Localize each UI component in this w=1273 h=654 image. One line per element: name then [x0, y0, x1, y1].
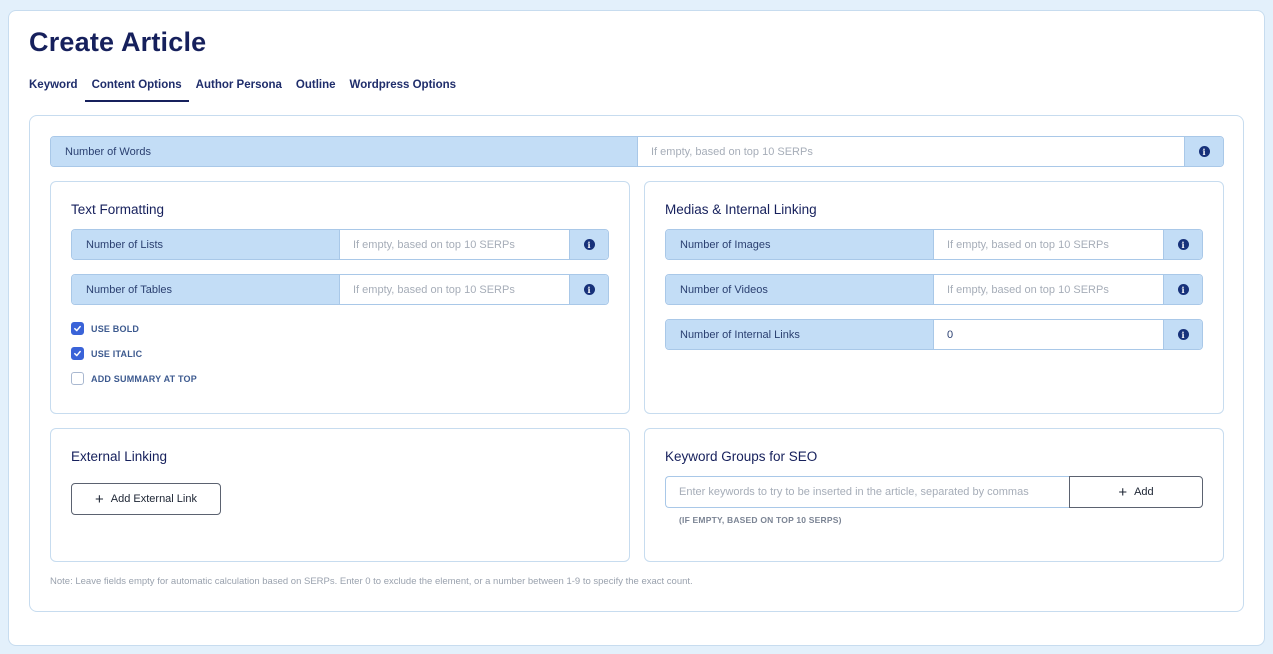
number-of-videos-group: Number of Videos i — [665, 274, 1203, 305]
number-of-lists-group: Number of Lists i — [71, 229, 609, 260]
text-formatting-title: Text Formatting — [71, 202, 165, 217]
number-of-words-input[interactable] — [638, 137, 1184, 166]
plus-icon: + — [95, 490, 104, 508]
use-bold-label: USE BOLD — [91, 323, 140, 334]
check-icon — [74, 325, 81, 332]
use-italic-checkbox[interactable] — [71, 347, 84, 360]
use-italic-label: USE ITALIC — [91, 348, 143, 359]
use-bold-checkbox-row[interactable]: USE BOLD — [71, 322, 139, 335]
plus-icon: + — [1118, 483, 1128, 501]
page-card: Create Article Keyword Content Options A… — [8, 10, 1265, 646]
number-of-words-info-button[interactable]: i — [1184, 137, 1223, 166]
number-of-tables-group: Number of Tables i — [71, 274, 609, 305]
add-summary-label: ADD SUMMARY AT TOP — [91, 373, 197, 384]
info-icon: i — [583, 239, 595, 250]
medias-internal-linking-section: Medias & Internal Linking Number of Imag… — [644, 181, 1224, 414]
number-of-images-input[interactable] — [934, 230, 1163, 259]
number-of-tables-info-button[interactable]: i — [569, 275, 608, 304]
tab-outline[interactable]: Outline — [289, 79, 343, 102]
add-summary-checkbox[interactable] — [71, 372, 84, 385]
number-of-internal-links-group: Number of Internal Links i — [665, 319, 1203, 350]
info-icon: i — [1177, 239, 1189, 250]
number-of-videos-info-button[interactable]: i — [1163, 275, 1202, 304]
tab-bar: Keyword Content Options Author Persona O… — [29, 79, 463, 102]
add-external-link-label: Add External Link — [110, 493, 197, 505]
keyword-groups-title: Keyword Groups for SEO — [665, 449, 818, 464]
add-external-link-button[interactable]: + Add External Link — [71, 483, 221, 515]
note-text: Note: Leave fields empty for automatic c… — [50, 576, 693, 587]
number-of-images-info-button[interactable]: i — [1163, 230, 1202, 259]
number-of-videos-input[interactable] — [934, 275, 1163, 304]
info-icon: i — [1198, 146, 1210, 157]
external-linking-section: External Linking + Add External Link — [50, 428, 630, 562]
info-icon: i — [1177, 329, 1189, 340]
add-keyword-group-label: Add — [1134, 486, 1154, 498]
number-of-internal-links-info-button[interactable]: i — [1163, 320, 1202, 349]
content-options-panel: Number of Words i Text Formatting Number… — [29, 115, 1244, 612]
check-icon — [74, 350, 81, 357]
text-formatting-section: Text Formatting Number of Lists i Number… — [50, 181, 630, 414]
tab-wordpress-options[interactable]: Wordpress Options — [343, 79, 464, 102]
keyword-groups-section: Keyword Groups for SEO + Add (IF EMPTY, … — [644, 428, 1224, 562]
keyword-groups-input-group: + Add — [665, 476, 1203, 508]
keyword-groups-hint: (IF EMPTY, BASED ON TOP 10 SERPS) — [679, 515, 842, 525]
tab-author-persona[interactable]: Author Persona — [189, 79, 289, 102]
number-of-videos-label: Number of Videos — [666, 275, 934, 304]
info-icon: i — [583, 284, 595, 295]
number-of-tables-label: Number of Tables — [72, 275, 340, 304]
page-title: Create Article — [29, 27, 207, 57]
number-of-lists-info-button[interactable]: i — [569, 230, 608, 259]
number-of-words-label: Number of Words — [51, 137, 638, 166]
tab-content-options[interactable]: Content Options — [84, 79, 189, 102]
use-italic-checkbox-row[interactable]: USE ITALIC — [71, 347, 142, 360]
number-of-internal-links-label: Number of Internal Links — [666, 320, 934, 349]
keyword-groups-input[interactable] — [665, 476, 1069, 508]
add-keyword-group-button[interactable]: + Add — [1069, 476, 1203, 508]
number-of-internal-links-input[interactable] — [934, 320, 1163, 349]
number-of-images-group: Number of Images i — [665, 229, 1203, 260]
number-of-words-group: Number of Words i — [50, 136, 1224, 167]
number-of-lists-input[interactable] — [340, 230, 569, 259]
number-of-images-label: Number of Images — [666, 230, 934, 259]
info-icon: i — [1177, 284, 1189, 295]
add-summary-checkbox-row[interactable]: ADD SUMMARY AT TOP — [71, 372, 197, 385]
number-of-tables-input[interactable] — [340, 275, 569, 304]
medias-internal-linking-title: Medias & Internal Linking — [665, 202, 817, 217]
external-linking-title: External Linking — [71, 449, 168, 464]
use-bold-checkbox[interactable] — [71, 322, 84, 335]
tab-keyword[interactable]: Keyword — [29, 79, 85, 102]
number-of-lists-label: Number of Lists — [72, 230, 340, 259]
